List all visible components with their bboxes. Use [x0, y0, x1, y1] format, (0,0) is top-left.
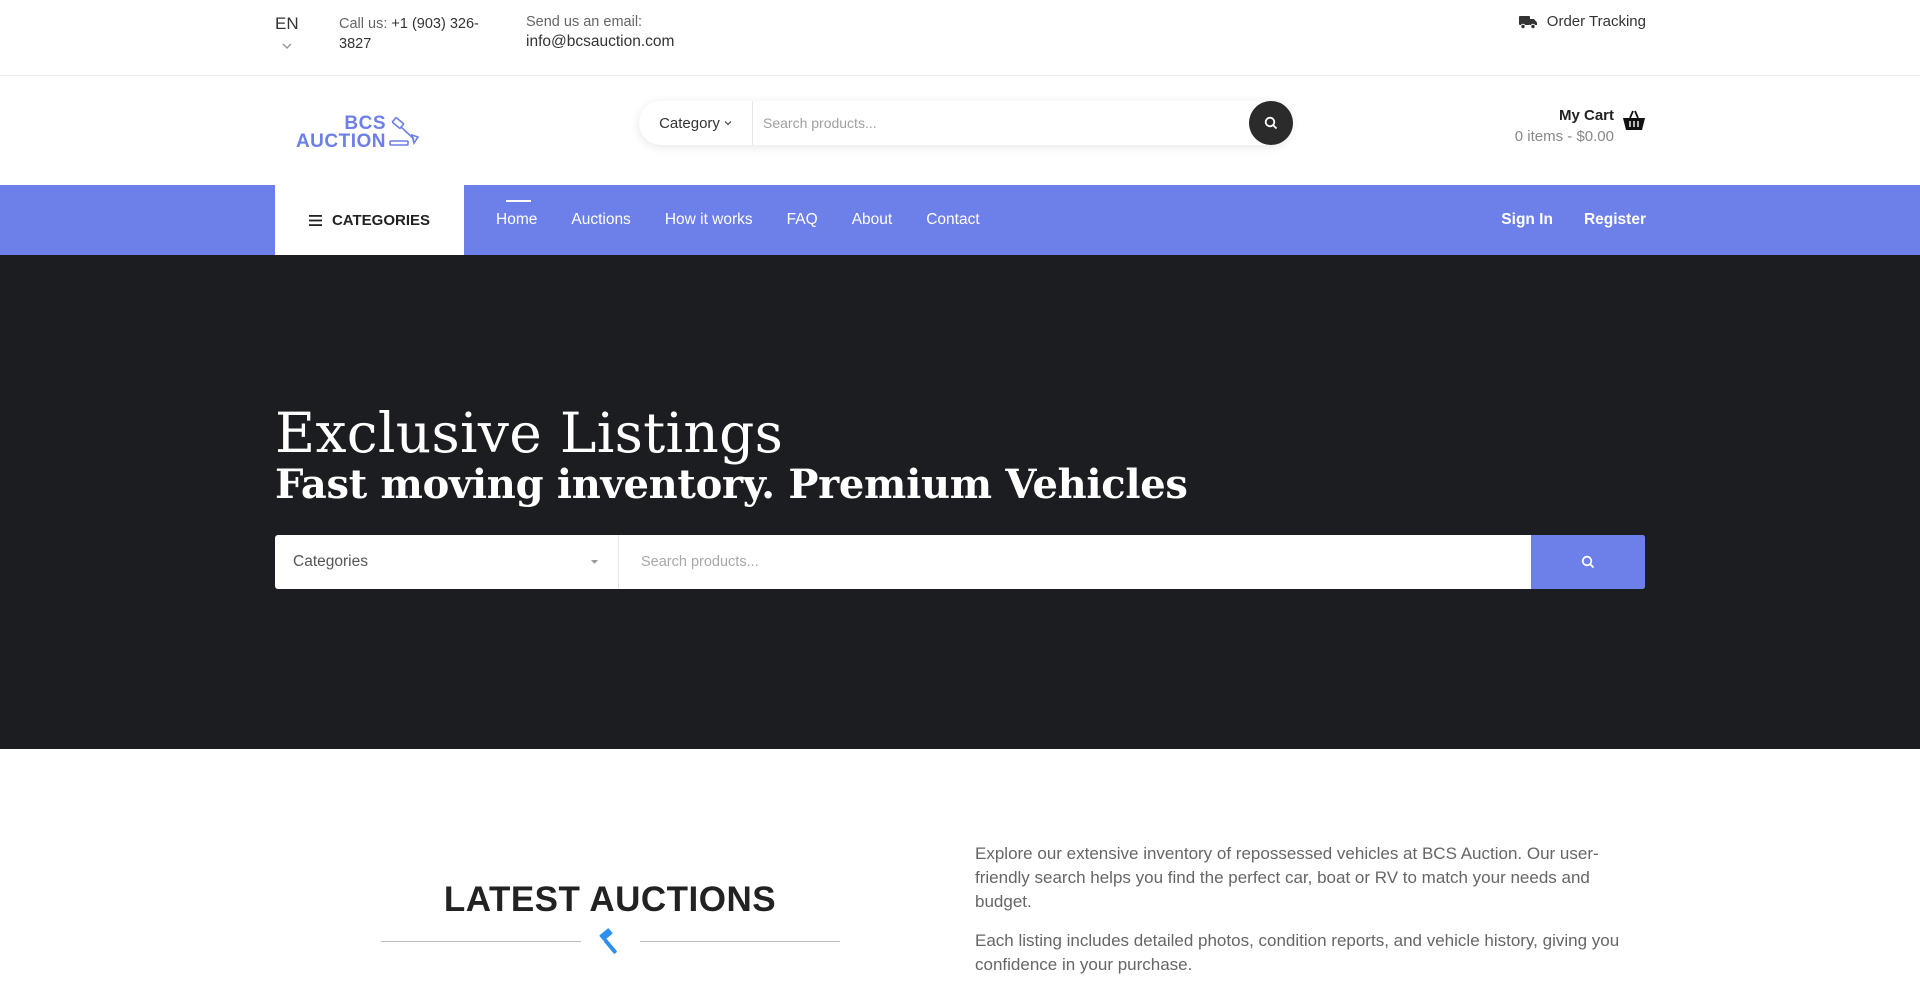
- cart-title: My Cart: [1558, 107, 1614, 124]
- header-search-bar: Category: [639, 101, 1293, 145]
- nav-item-about[interactable]: About: [852, 211, 893, 229]
- hero-subtitle: Fast moving inventory. Premium Vehicles: [275, 461, 1188, 508]
- description-paragraph: Each listing includes detailed photos, c…: [975, 931, 1620, 974]
- hero-categories-label: Categories: [293, 553, 368, 570]
- categories-menu-label: CATEGORIES: [331, 211, 431, 229]
- call-label: Call us:: [339, 16, 388, 32]
- mini-cart[interactable]: My Cart 0 items - $0.00: [1515, 107, 1646, 151]
- hero-search-input[interactable]: [641, 547, 1491, 577]
- main-nav: CATEGORIES Home Auctions How it works FA…: [0, 185, 1920, 255]
- header-search-button[interactable]: [1249, 101, 1293, 145]
- order-tracking-label: Order Tracking: [1546, 13, 1646, 30]
- site-logo[interactable]: BCS AUCTION: [282, 114, 422, 152]
- nav-item-auctions[interactable]: Auctions: [571, 211, 630, 229]
- description-paragraph: Explore our extensive inventory of repos…: [975, 844, 1599, 911]
- hero-section: Exclusive Listings Fast moving inventory…: [0, 255, 1920, 749]
- header-search-input[interactable]: [763, 108, 1223, 138]
- nav-item-home[interactable]: Home: [496, 200, 537, 229]
- sign-in-link[interactable]: Sign In: [1501, 211, 1553, 229]
- categories-menu-button[interactable]: CATEGORIES: [275, 185, 464, 255]
- chevron-down-icon: [591, 559, 598, 564]
- gavel-icon: [599, 928, 617, 954]
- nav-item-contact[interactable]: Contact: [926, 211, 979, 229]
- search-icon: [1264, 116, 1278, 130]
- latest-auctions-title: LATEST AUCTIONS: [443, 880, 777, 919]
- hero-title: Exclusive Listings: [275, 401, 784, 465]
- chevron-down-icon[interactable]: [281, 40, 293, 52]
- top-bar: EN Call us: +1 (903) 326-3827 Send us an…: [0, 0, 1920, 76]
- hero-search-bar: Categories: [275, 535, 1645, 589]
- search-icon: [1581, 555, 1595, 569]
- hamburger-icon: [308, 214, 322, 226]
- header: BCS AUCTION Category Search products... …: [0, 77, 1920, 185]
- category-dropdown-label: Category: [659, 114, 720, 132]
- hero-search-button[interactable]: [1531, 535, 1645, 589]
- gavel-logo-icon: [389, 117, 420, 146]
- truck-icon: [1518, 15, 1537, 29]
- cart-summary: 0 items - $0.00: [1514, 128, 1614, 145]
- hero-search-divider: [618, 535, 619, 589]
- title-divider-right: [640, 941, 840, 942]
- nav-item-how-it-works[interactable]: How it works: [665, 211, 753, 229]
- title-divider-left: [381, 941, 581, 942]
- account-links: Sign In Register: [1501, 185, 1646, 255]
- language-selector[interactable]: EN: [275, 14, 299, 34]
- email-label: Send us an email:: [526, 14, 643, 30]
- basket-icon: [1623, 110, 1645, 130]
- nav-menu: Home Auctions How it works FAQ About Con…: [496, 185, 980, 255]
- order-tracking-link[interactable]: Order Tracking: [1518, 13, 1646, 30]
- register-link[interactable]: Register: [1584, 211, 1646, 229]
- category-dropdown[interactable]: Category: [639, 101, 753, 145]
- latest-auctions-description: Explore our extensive inventory of repos…: [975, 842, 1645, 992]
- email-link[interactable]: info@bcsauction.com: [526, 33, 674, 51]
- hero-categories-select[interactable]: Categories: [275, 535, 621, 589]
- call-info: Call us: +1 (903) 326-3827: [339, 14, 489, 54]
- chevron-down-icon: [724, 121, 732, 126]
- logo-text-auction: AUCTION: [295, 131, 386, 152]
- nav-item-faq[interactable]: FAQ: [787, 211, 818, 229]
